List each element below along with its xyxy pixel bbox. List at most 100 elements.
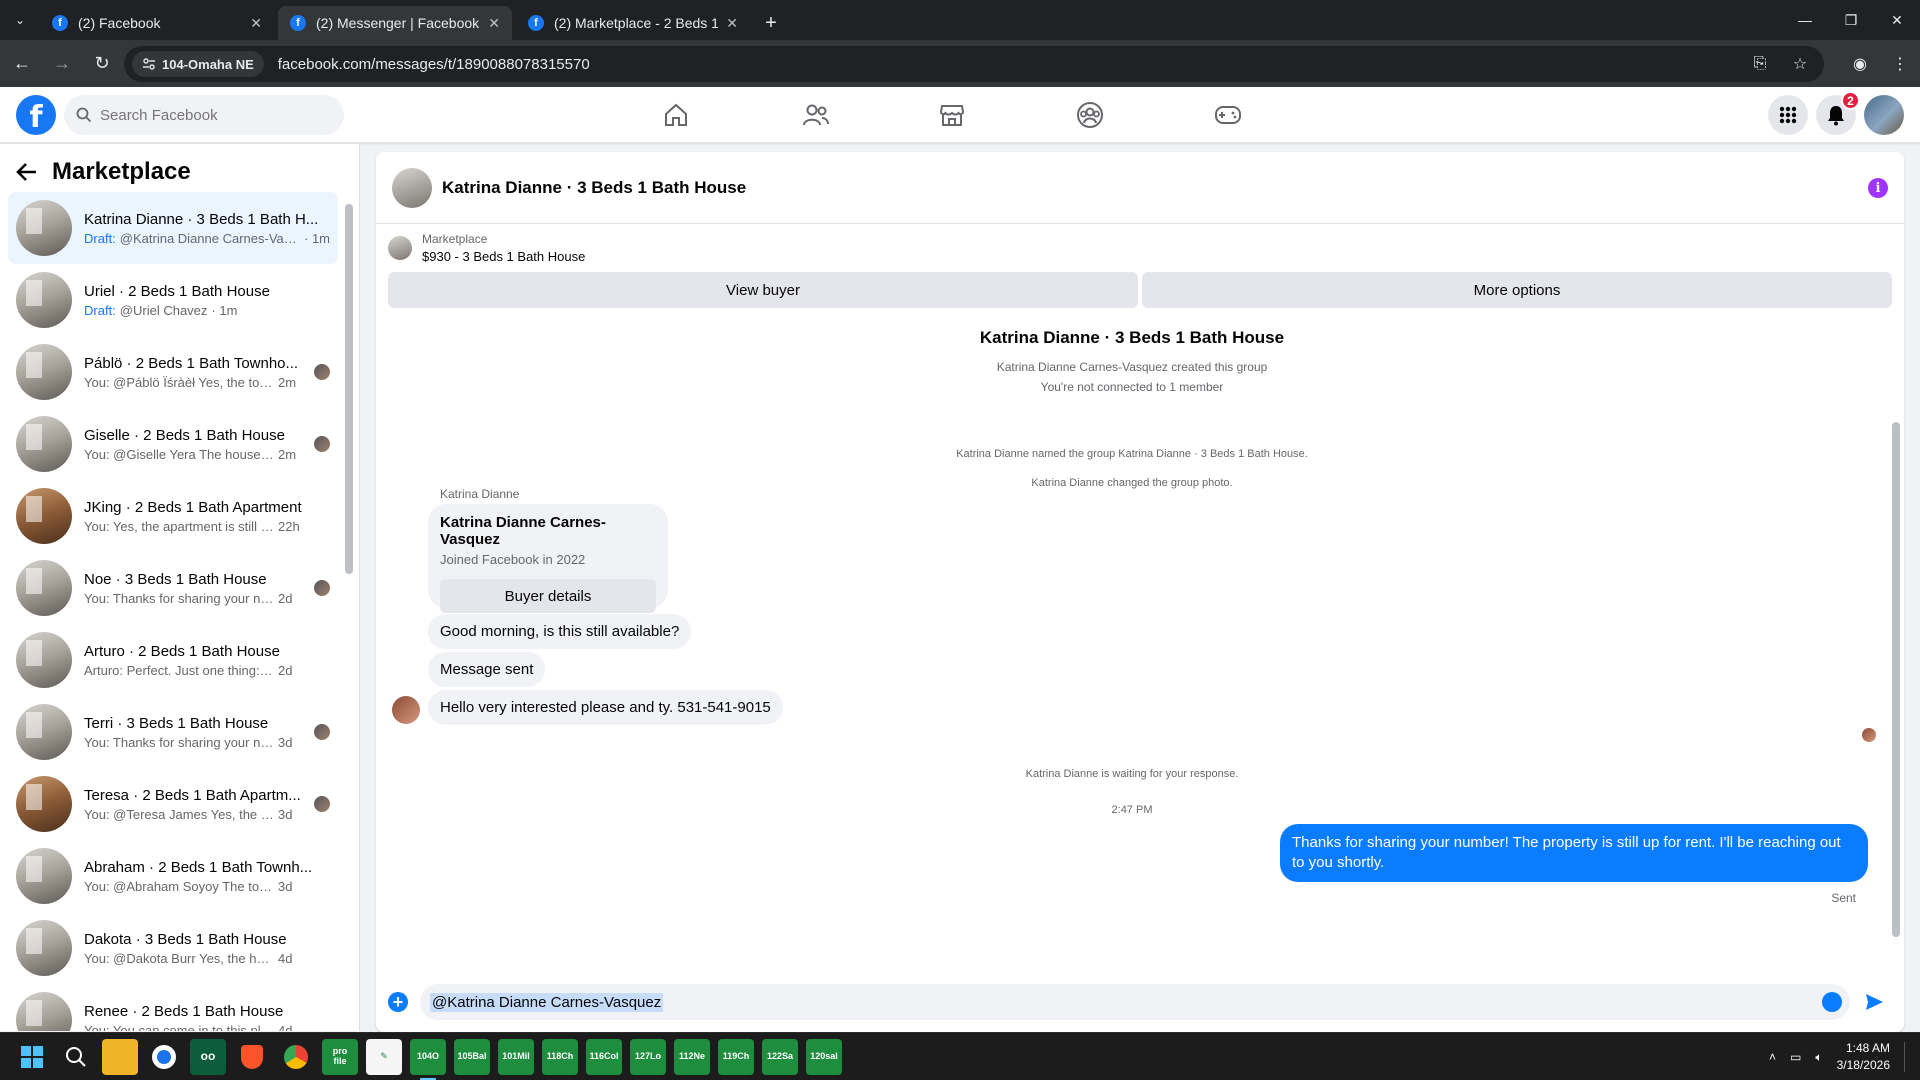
sheets-window-icon[interactable]: 120 sal <box>806 1038 842 1075</box>
browser-tab-active[interactable]: f (2) Messenger | Facebook ✕ <box>278 6 512 40</box>
network-icon[interactable]: ▭ <box>1790 1050 1801 1064</box>
incoming-message[interactable]: Good morning, is this still available? <box>428 614 692 649</box>
browser-tab[interactable]: f (2) Marketplace - 2 Beds 1 Bath ✕ <box>516 6 750 40</box>
mention-text[interactable]: @Katrina Dianne Carnes-Vasquez <box>430 992 664 1012</box>
conversation-item[interactable]: Renee · 2 Beds 1 Bath House You: You can … <box>8 984 338 1031</box>
file-explorer-icon[interactable] <box>102 1038 138 1075</box>
new-tab-button[interactable]: + <box>754 6 788 40</box>
bookmark-star-icon[interactable]: ☆ <box>1780 54 1820 74</box>
tab-title: (2) Facebook <box>78 15 161 31</box>
group-photo[interactable] <box>392 167 432 208</box>
install-app-icon[interactable]: ⎘ <box>1740 55 1780 73</box>
conversation-item[interactable]: Abraham · 2 Beds 1 Bath Townh... You: @Ab… <box>8 840 338 912</box>
plus-icon[interactable]: + <box>388 992 408 1012</box>
chrome-blue-icon[interactable] <box>146 1039 182 1075</box>
conversation-item[interactable]: Teresa · 2 Beds 1 Bath Apartm... You: @Te… <box>8 768 338 840</box>
back-arrow-icon[interactable]: ← <box>4 46 40 82</box>
sheets-window-icon[interactable]: 101 Mil <box>498 1038 534 1075</box>
conversation-item[interactable]: JKing · 2 Beds 1 Bath Apartment You: Yes,… <box>8 480 338 552</box>
account-avatar[interactable] <box>1864 95 1904 135</box>
conversation-item[interactable]: Noe · 3 Beds 1 Bath House You: Thanks for… <box>8 552 338 624</box>
nav-groups[interactable] <box>1034 87 1146 143</box>
tab-title: (2) Messenger | Facebook <box>316 15 480 31</box>
sheets-window-icon[interactable]: 104 O <box>410 1038 446 1080</box>
nav-home[interactable] <box>620 87 732 143</box>
outgoing-message[interactable]: Thanks for sharing your number! The prop… <box>1280 824 1868 882</box>
windows-start-icon[interactable] <box>14 1039 50 1075</box>
browser-menu-icon[interactable]: ⋮ <box>1880 54 1920 74</box>
more-options-button[interactable]: More options <box>1142 272 1892 308</box>
nav-gaming[interactable] <box>1172 87 1284 143</box>
clock[interactable]: 1:48 AM 3/18/2026 <box>1837 1040 1890 1074</box>
view-buyer-button[interactable]: View buyer <box>388 272 1138 308</box>
close-tab-icon[interactable]: ✕ <box>250 15 262 32</box>
emoji-icon[interactable] <box>1822 992 1842 1012</box>
reload-icon[interactable]: ↻ <box>84 46 120 82</box>
close-tab-icon[interactable]: ✕ <box>488 15 500 32</box>
buyer-details-button[interactable]: Buyer details <box>440 579 656 613</box>
sheet-abbrev: Sa <box>782 1050 794 1061</box>
search-input[interactable] <box>100 106 320 124</box>
restore-icon[interactable]: ❐ <box>1828 0 1874 40</box>
tab-search-button[interactable]: ⌄ <box>0 0 40 40</box>
conversation-time: · 1m <box>211 302 238 318</box>
sheets-pro-file-icon[interactable]: pro file <box>322 1038 358 1075</box>
conversation-list: Katrina Dianne · 3 Beds 1 Bath H... Draft… <box>8 192 338 1031</box>
sender-avatar[interactable] <box>392 696 420 724</box>
notepad-icon[interactable]: ✎ <box>366 1038 402 1075</box>
conversation-snippet: @Uriel Chavez <box>119 302 208 318</box>
conversation-item[interactable]: Páblö · 2 Beds 1 Bath Townho... You: @Páb… <box>8 336 338 408</box>
conversation-name: Abraham · 2 Beds 1 Bath Townh... <box>84 858 313 876</box>
chevron-up-icon[interactable]: ˄ <box>1769 1050 1776 1064</box>
home-icon <box>665 103 687 126</box>
site-info-chip[interactable]: 104-Omaha NE <box>132 51 264 77</box>
brave-icon[interactable] <box>234 1039 270 1075</box>
conversation-snippet: You: @Giselle Yera The house is ... <box>84 446 274 462</box>
sheets-apps: 104 O 105 Bal 101 Mil 118 Ch 116 Col 127 Lo 112 Ne 119… <box>402 1038 842 1080</box>
listing-info[interactable]: Marketplace $930 - 3 Beds 1 Bath House <box>376 224 1904 272</box>
conversation-item[interactable]: Terri · 3 Beds 1 Bath House You: Thanks f… <box>8 696 338 768</box>
incoming-message[interactable]: Message sent <box>428 652 546 687</box>
sheets-window-icon[interactable]: 119 Ch <box>718 1038 754 1075</box>
sheets-window-icon[interactable]: 118 Ch <box>542 1038 578 1075</box>
show-desktop[interactable] <box>1904 1042 1910 1072</box>
chat-title[interactable]: Katrina Dianne · 3 Beds 1 Bath House <box>442 178 746 198</box>
close-tab-icon[interactable]: ✕ <box>726 15 738 32</box>
facebook-search-box[interactable] <box>64 95 344 135</box>
close-window-icon[interactable]: ✕ <box>1874 0 1920 40</box>
conversation-item[interactable]: Giselle · 2 Beds 1 Bath House You: @Gisel… <box>8 408 338 480</box>
sheets-window-icon[interactable]: 116 Col <box>586 1038 622 1075</box>
sheets-window-icon[interactable]: 122 Sa <box>762 1038 798 1075</box>
omnibox[interactable]: 104-Omaha NE facebook.com/messages/t/189… <box>124 46 1824 82</box>
menu-button[interactable] <box>1768 95 1808 135</box>
minimize-icon[interactable]: — <box>1782 0 1828 40</box>
search-icon[interactable] <box>58 1039 94 1075</box>
notifications-button[interactable]: 2 <box>1816 91 1860 135</box>
incoming-message[interactable]: Hello very interested please and ty. 531… <box>428 690 783 725</box>
volume-icon[interactable]: 🔈︎ <box>1815 1050 1822 1065</box>
conversation-text: Dakota · 3 Beds 1 Bath House You: @Dakota… <box>84 931 330 966</box>
sidebar-scrollbar[interactable] <box>345 204 353 574</box>
conversation-item[interactable]: Dakota · 3 Beds 1 Bath House You: @Dakota… <box>8 912 338 984</box>
forward-arrow-icon[interactable]: → <box>44 46 80 82</box>
send-button[interactable] <box>1856 984 1892 1020</box>
conversation-item[interactable]: Uriel · 2 Beds 1 Bath House Draft: @Uriel … <box>8 264 338 336</box>
conversation-snippet: You: @Páblö Ïśràèł Yes, the tow... <box>84 374 274 390</box>
conversation-item[interactable]: Katrina Dianne · 3 Beds 1 Bath H... Draft… <box>8 192 338 264</box>
back-arrow-icon[interactable] <box>16 162 38 182</box>
app-icon[interactable]: oo <box>190 1038 226 1075</box>
url-text[interactable]: facebook.com/messages/t/1890088078315570 <box>278 56 590 73</box>
nav-marketplace[interactable] <box>896 87 1008 143</box>
browser-tab[interactable]: f (2) Facebook ✕ <box>40 6 274 40</box>
sheets-window-icon[interactable]: 127 Lo <box>630 1038 666 1075</box>
info-icon[interactable]: i <box>1868 178 1888 198</box>
profile-icon[interactable]: ◉ <box>1840 54 1880 74</box>
facebook-logo-icon[interactable]: f <box>16 95 56 135</box>
conversation-item[interactable]: Arturo · 2 Beds 1 Bath House Arturo: Perf… <box>8 624 338 696</box>
chat-scrollbar[interactable] <box>1892 422 1900 937</box>
message-input[interactable]: @Katrina Dianne Carnes-Vasquez <box>420 984 1850 1020</box>
sheets-window-icon[interactable]: 105 Bal <box>454 1038 490 1075</box>
sheets-window-icon[interactable]: 112 Ne <box>674 1038 710 1075</box>
nav-friends[interactable] <box>760 87 872 143</box>
chrome-icon[interactable] <box>278 1039 314 1075</box>
